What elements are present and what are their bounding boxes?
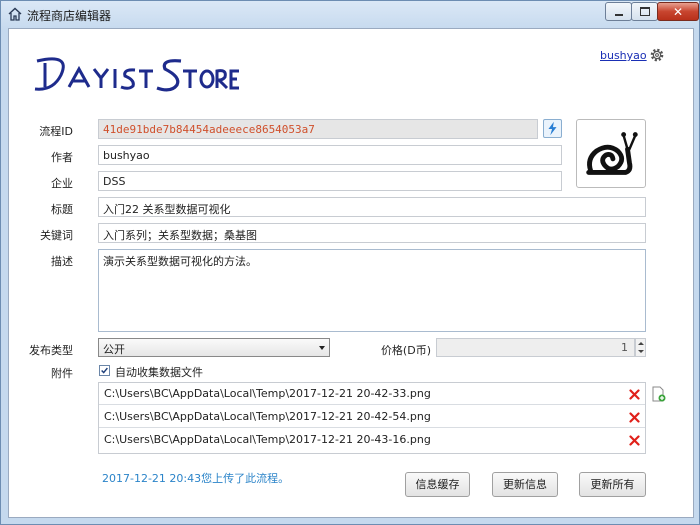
title-field[interactable]: 入门22 关系型数据可视化 xyxy=(98,197,646,217)
price-stepper[interactable] xyxy=(635,338,646,357)
maximize-icon xyxy=(639,7,650,16)
company-field[interactable]: DSS xyxy=(98,171,562,191)
minimize-button[interactable] xyxy=(605,2,632,21)
update-all-button[interactable]: 更新所有 xyxy=(579,472,646,497)
delete-icon[interactable] xyxy=(629,412,640,423)
auto-collect-label: 自动收集数据文件 xyxy=(115,366,203,379)
description-field[interactable]: 演示关系型数据可视化的方法。 xyxy=(98,249,646,332)
checkmark-icon xyxy=(101,367,108,374)
lightning-icon xyxy=(548,121,557,136)
snail-icon xyxy=(586,132,638,175)
attachments-label: 附件 xyxy=(51,367,73,380)
close-icon: ✕ xyxy=(672,4,684,19)
auto-collect-checkbox[interactable] xyxy=(99,365,110,376)
close-button[interactable]: ✕ xyxy=(657,2,699,21)
title-label: 标题 xyxy=(51,203,73,216)
delete-icon[interactable] xyxy=(629,389,640,400)
stepper-down-icon[interactable] xyxy=(638,350,644,353)
publish-type-value: 公开 xyxy=(103,343,125,356)
window-title: 流程商店编辑器 xyxy=(27,9,112,23)
publish-type-select[interactable]: 公开 xyxy=(98,338,330,357)
company-label: 企业 xyxy=(51,177,73,190)
editor-panel: bushyao 流程ID 41de91bde7b84454adeeece8654… xyxy=(8,28,694,518)
chevron-down-icon xyxy=(319,346,325,350)
publish-type-label: 发布类型 xyxy=(29,344,73,357)
add-file-icon[interactable] xyxy=(652,386,666,402)
attachment-list: C:\Users\BC\AppData\Local\Temp\2017-12-2… xyxy=(98,382,646,454)
home-icon xyxy=(8,7,22,21)
flow-id-label: 流程ID xyxy=(39,125,73,138)
minimize-icon xyxy=(614,13,623,16)
attachment-row[interactable]: C:\Users\BC\AppData\Local\Temp\2017-12-2… xyxy=(99,383,645,405)
description-label: 描述 xyxy=(51,255,73,268)
maximize-button[interactable] xyxy=(631,2,658,21)
delete-icon[interactable] xyxy=(629,435,640,446)
user-link[interactable]: bushyao xyxy=(600,49,647,62)
author-label: 作者 xyxy=(51,151,73,164)
price-field[interactable]: 1 xyxy=(436,338,635,357)
update-info-button[interactable]: 更新信息 xyxy=(492,472,558,497)
price-label: 价格(D币) xyxy=(380,344,431,357)
title-bar: 流程商店编辑器 ✕ xyxy=(1,1,699,27)
attachment-row[interactable]: C:\Users\BC\AppData\Local\Temp\2017-12-2… xyxy=(99,406,645,428)
cache-info-button[interactable]: 信息缓存 xyxy=(405,472,470,497)
keywords-field[interactable]: 入门系列；关系型数据；桑基图 xyxy=(98,223,646,243)
gear-icon[interactable] xyxy=(649,47,665,63)
author-field[interactable]: bushyao xyxy=(98,145,562,165)
attachment-path: C:\Users\BC\AppData\Local\Temp\2017-12-2… xyxy=(104,410,431,423)
attachment-path: C:\Users\BC\AppData\Local\Temp\2017-12-2… xyxy=(104,433,431,446)
flow-id-field: 41de91bde7b84454adeeece8654053a7 xyxy=(98,119,538,139)
keywords-label: 关键词 xyxy=(40,229,73,242)
attachment-row[interactable]: C:\Users\BC\AppData\Local\Temp\2017-12-2… xyxy=(99,429,645,451)
flow-avatar[interactable] xyxy=(576,119,646,188)
stepper-up-icon[interactable] xyxy=(638,342,644,345)
generate-id-button[interactable] xyxy=(543,119,562,138)
app-window: 流程商店编辑器 ✕ bushyao 流程ID 41de91bde7b84454a… xyxy=(0,0,700,525)
status-text: 2017-12-21 20:43您上传了此流程。 xyxy=(102,472,290,485)
daisy-store-logo xyxy=(34,57,239,92)
attachment-path: C:\Users\BC\AppData\Local\Temp\2017-12-2… xyxy=(104,387,431,400)
